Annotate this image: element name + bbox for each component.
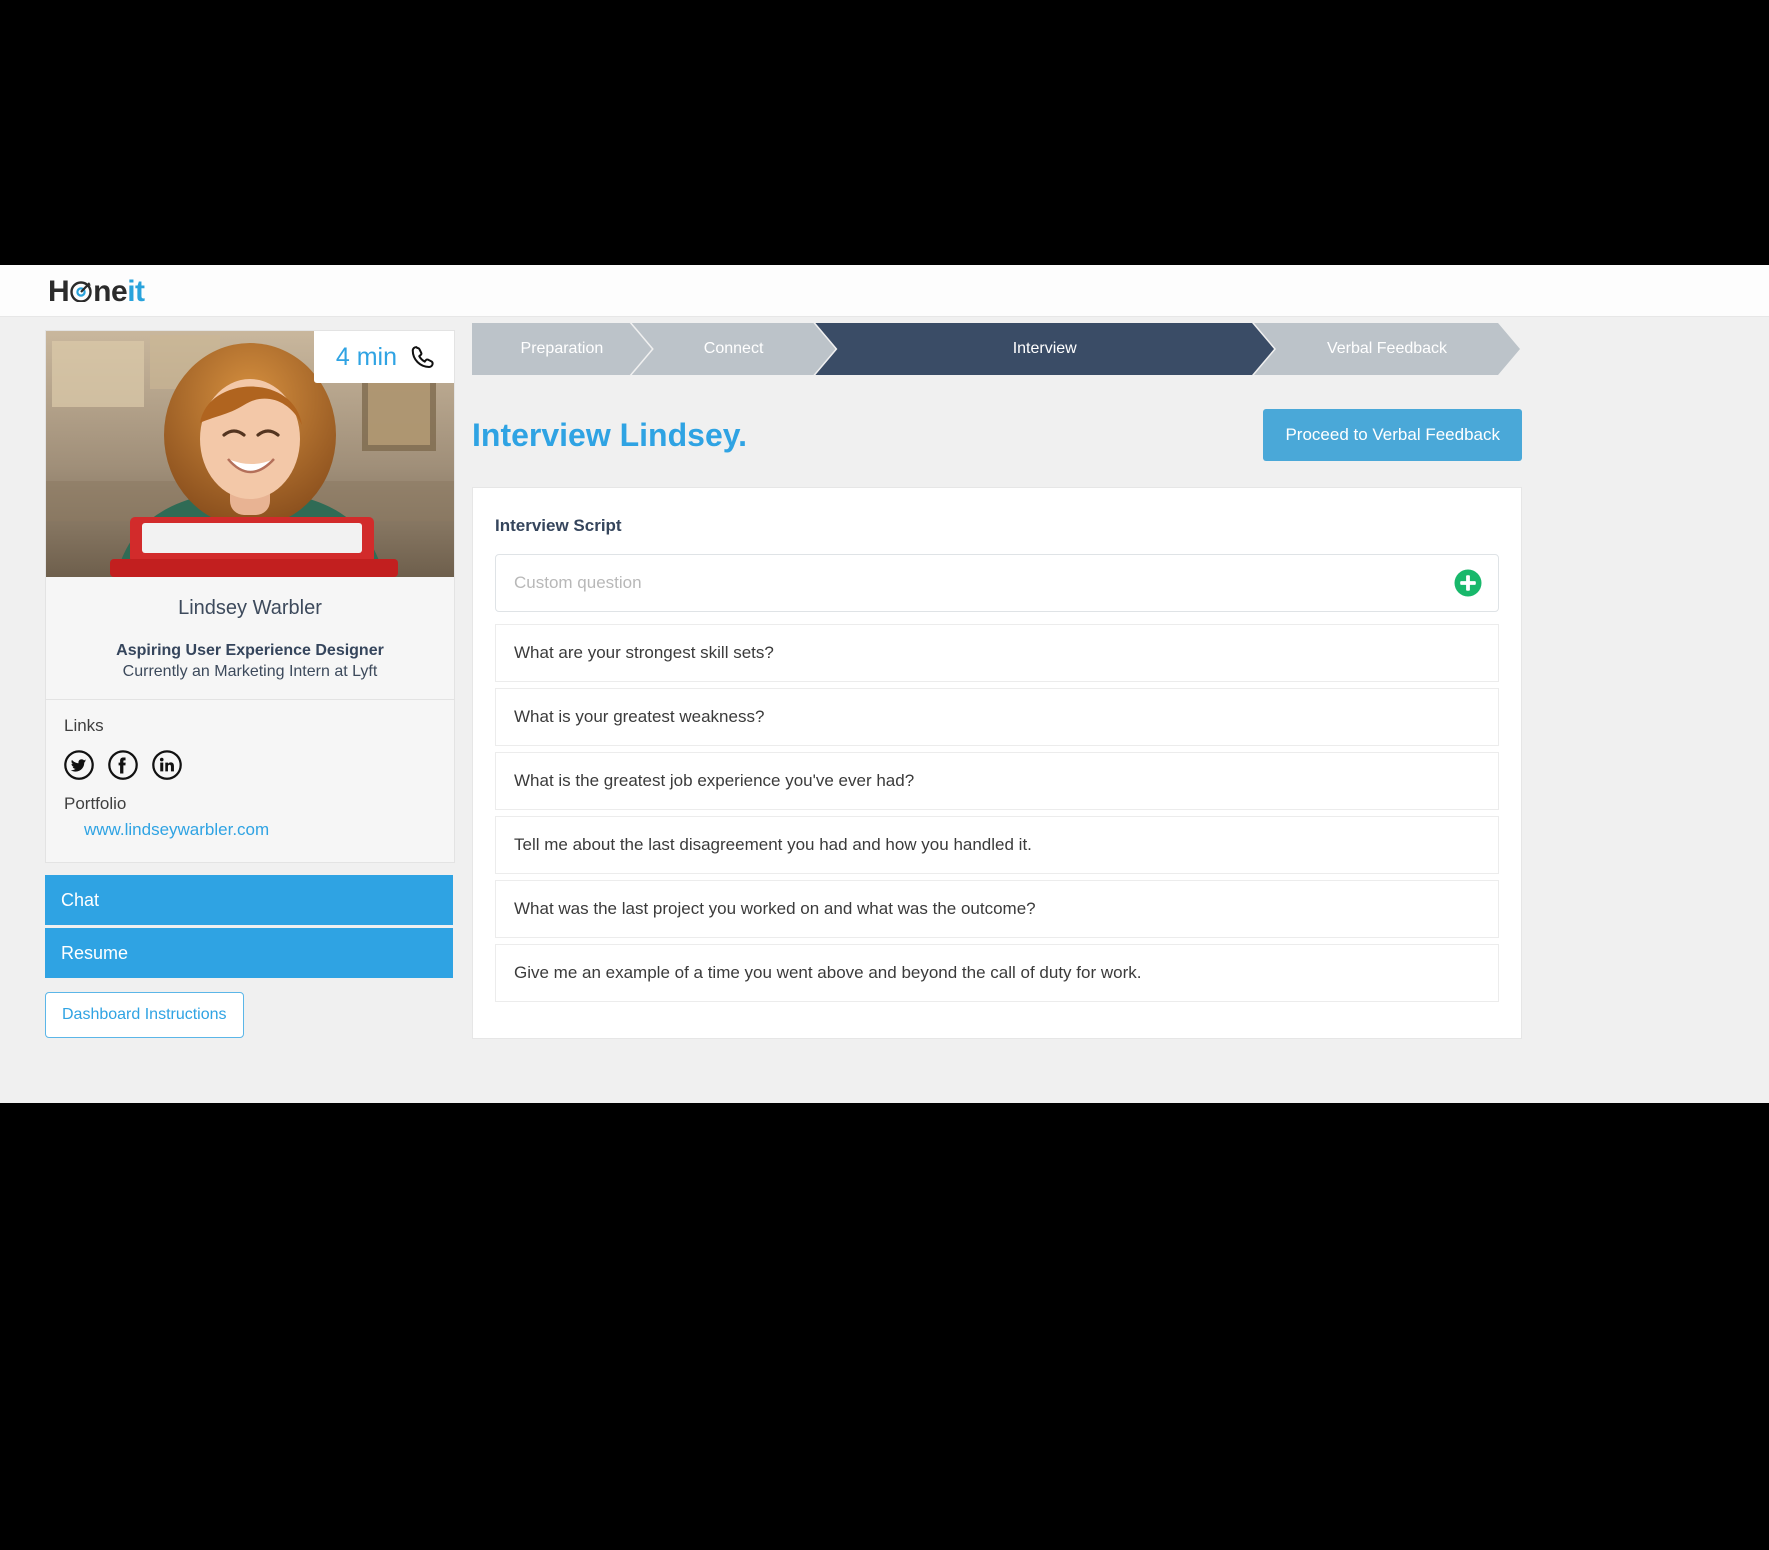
profile-photo: 4 min xyxy=(46,331,454,577)
question-row[interactable]: What is your greatest weakness? xyxy=(495,688,1499,746)
call-timer-badge: 4 min xyxy=(314,331,454,383)
timer-value: 4 min xyxy=(336,343,397,372)
custom-question-input[interactable] xyxy=(495,554,1499,612)
facebook-icon[interactable] xyxy=(108,750,138,780)
profile-card: 4 min Lindsey Warbler Aspiring User Expe… xyxy=(45,330,455,699)
resume-button[interactable]: Resume xyxy=(45,928,453,978)
step-verbal-feedback[interactable]: Verbal Feedback xyxy=(1254,323,1520,375)
question-text: Give me an example of a time you went ab… xyxy=(514,963,1141,983)
linkedin-icon[interactable] xyxy=(152,750,182,780)
honeit-logo[interactable]: Hneit xyxy=(48,275,145,309)
social-links xyxy=(64,746,436,790)
question-text: Tell me about the last disagreement you … xyxy=(514,835,1032,855)
profile-subtitle: Currently an Marketing Intern at Lyft xyxy=(46,660,454,699)
step-connect[interactable]: Connect xyxy=(632,323,836,375)
interview-script-heading: Interview Script xyxy=(495,516,1499,554)
twitter-icon[interactable] xyxy=(64,750,94,780)
question-row[interactable]: What was the last project you worked on … xyxy=(495,880,1499,938)
question-row[interactable]: Give me an example of a time you went ab… xyxy=(495,944,1499,1002)
step-interview-label: Interview xyxy=(1013,340,1077,358)
target-icon xyxy=(70,280,92,302)
step-preparation-label: Preparation xyxy=(521,340,604,358)
question-row[interactable]: Tell me about the last disagreement you … xyxy=(495,816,1499,874)
custom-question-row xyxy=(495,554,1499,612)
step-interview[interactable]: Interview xyxy=(815,323,1274,375)
links-heading: Links xyxy=(64,716,436,746)
portfolio-label: Portfolio xyxy=(64,790,436,814)
question-row[interactable]: What is the greatest job experience you'… xyxy=(495,752,1499,810)
step-connect-label: Connect xyxy=(704,340,764,358)
question-row[interactable]: What are your strongest skill sets? xyxy=(495,624,1499,682)
question-text: What is your greatest weakness? xyxy=(514,707,764,727)
app-header: Hneit xyxy=(0,265,1769,317)
links-card: Links xyxy=(45,699,455,863)
step-preparation[interactable]: Preparation xyxy=(472,323,652,375)
dashboard-instructions-button[interactable]: Dashboard Instructions xyxy=(45,992,244,1038)
proceed-to-verbal-feedback-button[interactable]: Proceed to Verbal Feedback xyxy=(1263,409,1522,461)
question-text: What was the last project you worked on … xyxy=(514,899,1036,919)
logo-letters-ne: ne xyxy=(93,275,127,309)
phone-icon[interactable] xyxy=(409,344,436,371)
logo-letters-it: it xyxy=(127,275,144,309)
profile-sidebar: 4 min Lindsey Warbler Aspiring User Expe… xyxy=(45,330,455,1038)
page-title: Interview Lindsey. xyxy=(472,417,747,454)
page-background: Hneit xyxy=(0,265,1769,1103)
chat-button[interactable]: Chat xyxy=(45,875,453,925)
portfolio-link[interactable]: www.lindseywarbler.com xyxy=(64,814,436,840)
question-text: What are your strongest skill sets? xyxy=(514,643,774,663)
add-circle-icon[interactable] xyxy=(1453,568,1483,598)
logo-letter-h: H xyxy=(48,275,69,309)
profile-name: Lindsey Warbler xyxy=(46,577,454,620)
profile-role: Aspiring User Experience Designer xyxy=(46,620,454,660)
step-verbal-feedback-label: Verbal Feedback xyxy=(1327,340,1447,358)
progress-steps: Preparation Connect Interview Verbal Fee… xyxy=(472,323,1522,375)
question-text: What is the greatest job experience you'… xyxy=(514,771,914,791)
screen-root: Hneit xyxy=(0,0,1769,1550)
title-row: Interview Lindsey. Proceed to Verbal Fee… xyxy=(472,375,1522,487)
interview-script-card: Interview Script What are your strongest… xyxy=(472,487,1522,1039)
main-content: Preparation Connect Interview Verbal Fee… xyxy=(472,323,1522,1039)
